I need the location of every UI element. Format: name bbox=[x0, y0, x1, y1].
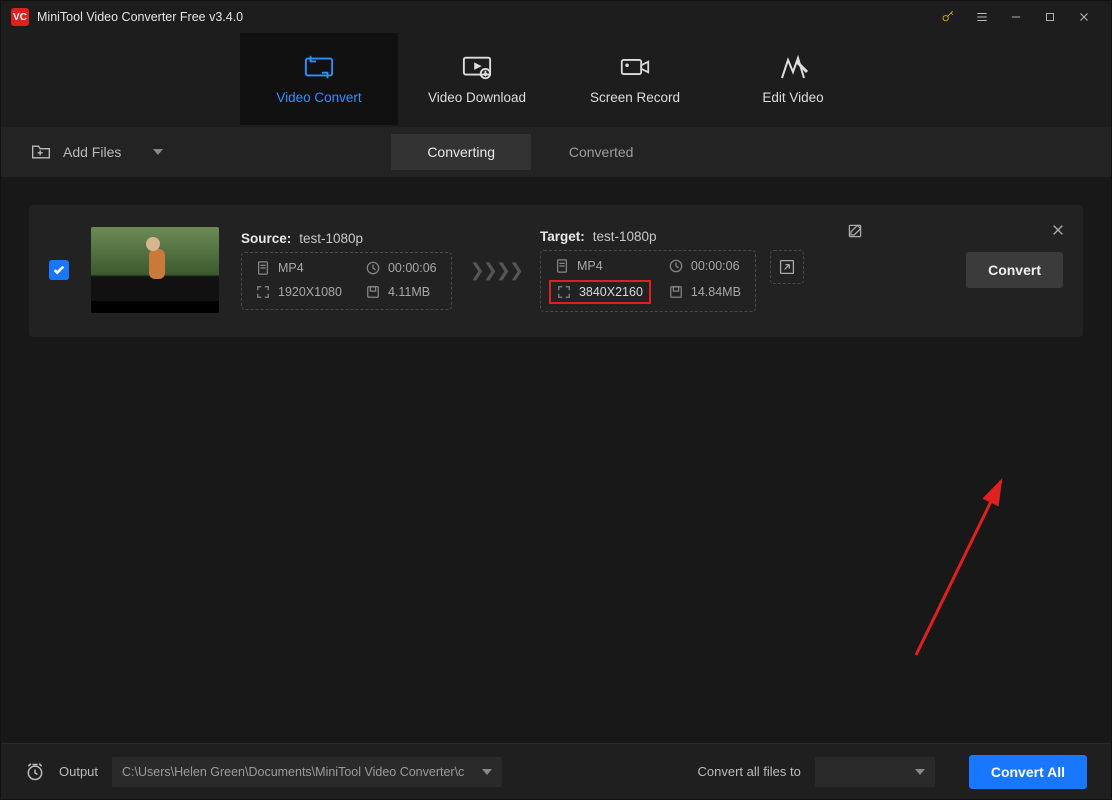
window-minimize-button[interactable] bbox=[999, 2, 1033, 32]
conversion-item: Source:test-1080p MP4 00:00:06 1920X1080 bbox=[29, 205, 1083, 337]
target-details: MP4 00:00:06 3840X2160 14.84MB bbox=[540, 250, 756, 312]
output-label: Output bbox=[59, 764, 98, 779]
license-key-button[interactable] bbox=[931, 2, 965, 32]
chevron-down-icon bbox=[915, 769, 925, 775]
tab-edit-video[interactable]: Edit Video bbox=[714, 33, 872, 125]
add-files-button[interactable]: Add Files bbox=[1, 143, 181, 161]
chevron-down-icon[interactable] bbox=[153, 149, 163, 155]
window-maximize-button[interactable] bbox=[1033, 2, 1067, 32]
convert-icon bbox=[304, 54, 334, 80]
convert-button[interactable]: Convert bbox=[966, 252, 1063, 288]
annotation-arrow bbox=[901, 475, 1041, 665]
schedule-icon[interactable] bbox=[25, 762, 45, 782]
target-settings-button[interactable] bbox=[770, 250, 804, 284]
target-block: Target:test-1080p MP4 00:00:06 bbox=[540, 229, 804, 312]
footer-bar: Output C:\Users\Helen Green\Documents\Mi… bbox=[1, 743, 1111, 799]
app-title: MiniTool Video Converter Free v3.4.0 bbox=[37, 10, 243, 24]
download-icon bbox=[462, 54, 492, 80]
window-close-button[interactable] bbox=[1067, 2, 1101, 32]
file-icon bbox=[256, 261, 270, 275]
record-icon bbox=[620, 54, 650, 80]
tab-video-download[interactable]: Video Download bbox=[398, 33, 556, 125]
expand-icon bbox=[256, 285, 270, 299]
target-format-selector[interactable] bbox=[815, 757, 935, 787]
output-path-selector[interactable]: C:\Users\Helen Green\Documents\MiniTool … bbox=[112, 757, 502, 787]
subtab-converted[interactable]: Converted bbox=[531, 134, 671, 170]
convert-all-to-label: Convert all files to bbox=[698, 764, 801, 779]
expand-icon bbox=[557, 285, 571, 299]
tab-video-download-label: Video Download bbox=[428, 90, 526, 105]
disk-icon bbox=[669, 285, 683, 299]
tab-video-convert-label: Video Convert bbox=[276, 90, 361, 105]
target-duration: 00:00:06 bbox=[669, 259, 741, 273]
clock-icon bbox=[669, 259, 683, 273]
target-size: 14.84MB bbox=[669, 283, 741, 301]
tab-edit-video-label: Edit Video bbox=[762, 90, 823, 105]
chevron-down-icon bbox=[482, 769, 492, 775]
tab-video-convert[interactable]: Video Convert bbox=[240, 33, 398, 125]
tab-screen-record-label: Screen Record bbox=[590, 90, 680, 105]
clock-icon bbox=[366, 261, 380, 275]
settings-arrow-icon bbox=[779, 259, 795, 275]
source-duration: 00:00:06 bbox=[366, 261, 437, 275]
disk-icon bbox=[366, 285, 380, 299]
video-thumbnail[interactable] bbox=[91, 227, 219, 313]
source-size: 4.11MB bbox=[366, 285, 437, 299]
source-block: Source:test-1080p MP4 00:00:06 1920X1080 bbox=[241, 231, 452, 310]
arrows-icon: ❯❯❯❯ bbox=[470, 260, 522, 281]
source-heading: Source:test-1080p bbox=[241, 231, 452, 246]
source-details: MP4 00:00:06 1920X1080 4.11MB bbox=[241, 252, 452, 310]
remove-item-button[interactable] bbox=[1051, 223, 1065, 242]
convert-all-button[interactable]: Convert All bbox=[969, 755, 1087, 789]
app-logo-icon: VC bbox=[11, 8, 29, 26]
edit-item-button[interactable] bbox=[847, 223, 863, 244]
edit-video-icon bbox=[778, 54, 808, 80]
sub-tab-strip: Converting Converted bbox=[391, 134, 671, 170]
source-resolution: 1920X1080 bbox=[256, 285, 342, 299]
close-icon bbox=[1051, 223, 1065, 237]
add-files-icon bbox=[31, 143, 51, 161]
target-format: MP4 bbox=[555, 259, 645, 273]
target-resolution: 3840X2160 bbox=[549, 280, 651, 304]
output-path-text: C:\Users\Helen Green\Documents\MiniTool … bbox=[122, 765, 472, 779]
hamburger-menu-button[interactable] bbox=[965, 2, 999, 32]
add-files-label: Add Files bbox=[63, 144, 121, 160]
content-area: Source:test-1080p MP4 00:00:06 1920X1080 bbox=[1, 177, 1111, 743]
tab-screen-record[interactable]: Screen Record bbox=[556, 33, 714, 125]
pencil-square-icon bbox=[847, 223, 863, 239]
app-window: VC MiniTool Video Converter Free v3.4.0 … bbox=[0, 0, 1112, 800]
toolbar: Add Files Converting Converted bbox=[1, 127, 1111, 177]
target-heading: Target:test-1080p bbox=[540, 229, 804, 244]
item-checkbox[interactable] bbox=[49, 260, 69, 280]
subtab-converting[interactable]: Converting bbox=[391, 134, 531, 170]
source-format: MP4 bbox=[256, 261, 342, 275]
file-icon bbox=[555, 259, 569, 273]
main-tab-strip: Video Convert Video Download Screen Reco… bbox=[1, 33, 1111, 125]
title-bar: VC MiniTool Video Converter Free v3.4.0 bbox=[1, 1, 1111, 33]
